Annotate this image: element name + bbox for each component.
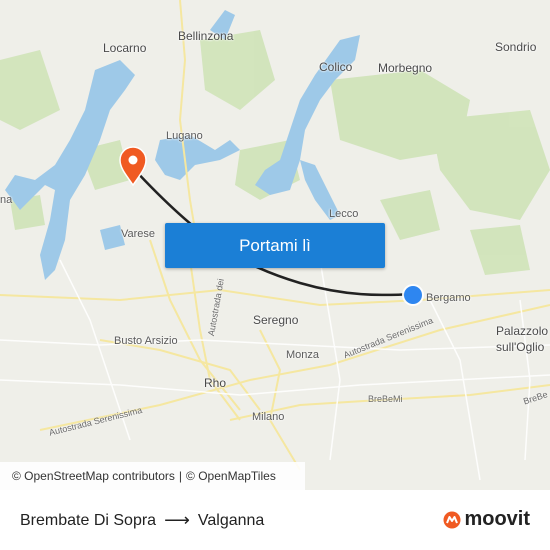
arrow-right-icon: ⟶ [164, 510, 190, 530]
place-label: Locarno [103, 41, 147, 55]
origin-label: Brembate Di Sopra [20, 511, 157, 529]
place-label: Milano [252, 411, 285, 423]
map-attribution: © OpenStreetMap contributors | © OpenMap… [0, 462, 305, 490]
osm-attribution-link[interactable]: © OpenStreetMap contributors [12, 469, 175, 483]
place-label: Bellinzona [178, 29, 234, 43]
place-label: Palazzolo [496, 324, 549, 338]
moovit-logo-icon [443, 511, 461, 528]
place-label: Bergamo [426, 292, 471, 304]
place-label: Colico [319, 60, 353, 74]
place-label: Varese [121, 228, 156, 240]
place-label: Monza [286, 349, 320, 361]
place-label: Lugano [166, 130, 203, 142]
place-label: Busto Arsizio [114, 335, 178, 347]
portami-li-button[interactable]: Portami lì [165, 223, 385, 268]
place-label: Lecco [329, 208, 359, 220]
attribution-separator: | [178, 469, 183, 483]
place-label: sull'Oglio [496, 340, 545, 354]
moovit-logo: moovit [443, 508, 530, 531]
place-label: Rho [204, 376, 227, 390]
place-label: Sondrio [495, 40, 537, 54]
origin-dot-icon[interactable] [402, 284, 424, 306]
place-label: Morbegno [378, 61, 433, 75]
destination-label: Valganna [197, 511, 265, 529]
place-label: Seregno [253, 313, 299, 327]
route-summary: Brembate Di Sopra ⟶ Valganna [20, 510, 264, 531]
road-label: BreBeMi [368, 394, 403, 404]
place-label: na [0, 194, 13, 206]
omt-attribution-link[interactable]: © OpenMapTiles [186, 469, 276, 483]
brand-name: moovit [464, 508, 530, 530]
map-view[interactable]: Locarno Bellinzona Colico Morbegno Sondr… [0, 0, 550, 490]
